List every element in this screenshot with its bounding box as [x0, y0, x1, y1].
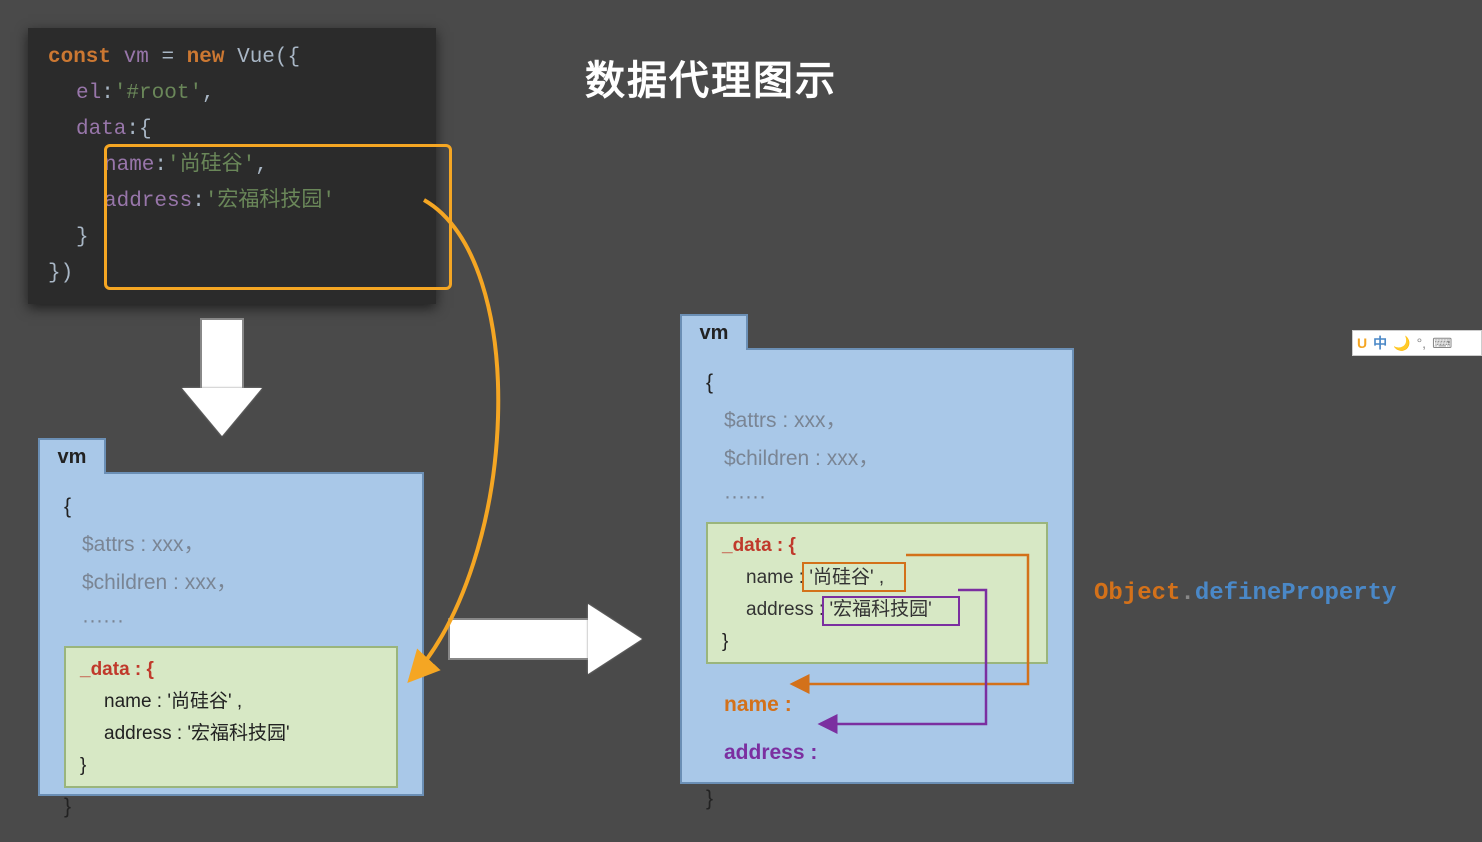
code-line-1: const vm = new Vue({ [48, 40, 416, 76]
vm-right-attrs: $attrs : xxx， [706, 402, 1048, 440]
data-close: } [76, 226, 89, 249]
var-vm: vm [124, 46, 149, 69]
odp-dot: . [1180, 580, 1194, 607]
el-value: '#root' [114, 82, 202, 105]
code-line-4: name:'尚硅谷', [48, 148, 416, 184]
vm-right-addr-line: address : '宏福科技园' [722, 594, 1032, 626]
data-key: data [76, 118, 126, 141]
ime-toolbar[interactable]: U 中 🌙 °, ⌨ [1352, 330, 1482, 356]
ime-keyboard-icon[interactable]: ⌨ [1432, 335, 1452, 352]
proxy-name-line: name : [706, 686, 1048, 724]
vm-right-dots: ······ [706, 478, 1048, 516]
close-brace-paren: }) [48, 262, 73, 285]
open-paren-brace: ({ [275, 46, 300, 69]
vm-right-name-val: '尚硅谷' , [809, 567, 884, 588]
vm-left-data-close: } [80, 750, 382, 782]
vm-left-open-brace: { [64, 488, 398, 526]
code-line-7: }) [48, 256, 416, 292]
vm-tab-right: vm [680, 314, 748, 350]
vm-left-close-brace: } [64, 788, 398, 826]
equals: = [161, 46, 174, 69]
vm-tab-left: vm [38, 438, 106, 474]
arrow-down-icon [182, 318, 262, 438]
vm-left-data-box: _data : { name : '尚硅谷' , address : '宏福科技… [64, 646, 398, 788]
vm-left-dots: ······ [64, 602, 398, 640]
vm-right-open-brace: { [706, 364, 1048, 402]
code-line-2: el:'#root', [48, 76, 416, 112]
address-key: address [104, 190, 192, 213]
vm-body-left: { $attrs : xxx， $children : xxx， ······ … [40, 474, 422, 840]
ime-logo-icon: U [1357, 335, 1367, 351]
vm-left-name-line: name : '尚硅谷' , [80, 686, 382, 718]
keyword-new: new [187, 46, 225, 69]
object-define-property-label: Object.defineProperty [1094, 580, 1396, 607]
vm-box-left: vm { $attrs : xxx， $children : xxx， ····… [38, 472, 424, 796]
ime-punct-indicator[interactable]: °, [1417, 335, 1427, 351]
code-block: const vm = new Vue({ el:'#root', data:{ … [28, 28, 436, 304]
arrow-right-icon [448, 604, 648, 674]
proxy-address-line: address : [706, 734, 1048, 772]
vm-left-children: $children : xxx， [64, 564, 398, 602]
vm-left-data-label: _data : { [80, 654, 382, 686]
data-open: :{ [126, 118, 151, 141]
name-key: name [104, 154, 154, 177]
ime-lang-indicator[interactable]: 中 [1373, 333, 1387, 353]
keyword-const: const [48, 46, 111, 69]
vm-right-name-line: name : '尚硅谷' , [722, 562, 1032, 594]
vm-body-right: { $attrs : xxx， $children : xxx， ······ … [682, 350, 1072, 832]
vm-left-attrs: $attrs : xxx， [64, 526, 398, 564]
class-vue: Vue [237, 46, 275, 69]
vm-right-children: $children : xxx， [706, 440, 1048, 478]
el-key: el [76, 82, 101, 105]
name-value: '尚硅谷' [167, 154, 255, 177]
ime-moon-icon[interactable]: 🌙 [1393, 335, 1410, 352]
vm-box-right: vm { $attrs : xxx， $children : xxx， ····… [680, 348, 1074, 784]
odp-object: Object [1094, 580, 1180, 607]
vm-right-data-box: _data : { name : '尚硅谷' , address : '宏福科技… [706, 522, 1048, 664]
vm-right-close-brace: } [706, 780, 1048, 818]
diagram-title: 数据代理图示 [585, 48, 837, 106]
vm-right-data-label: _data : { [722, 530, 1032, 562]
code-line-5: address:'宏福科技园' [48, 184, 416, 220]
vm-right-data-close: } [722, 626, 1032, 658]
vm-right-addr-val: '宏福科技园' [829, 599, 931, 620]
address-value: '宏福科技园' [205, 190, 335, 213]
code-line-3: data:{ [48, 112, 416, 148]
odp-fn: defineProperty [1195, 580, 1397, 607]
vm-left-address-line: address : '宏福科技园' [80, 718, 382, 750]
code-line-6: } [48, 220, 416, 256]
